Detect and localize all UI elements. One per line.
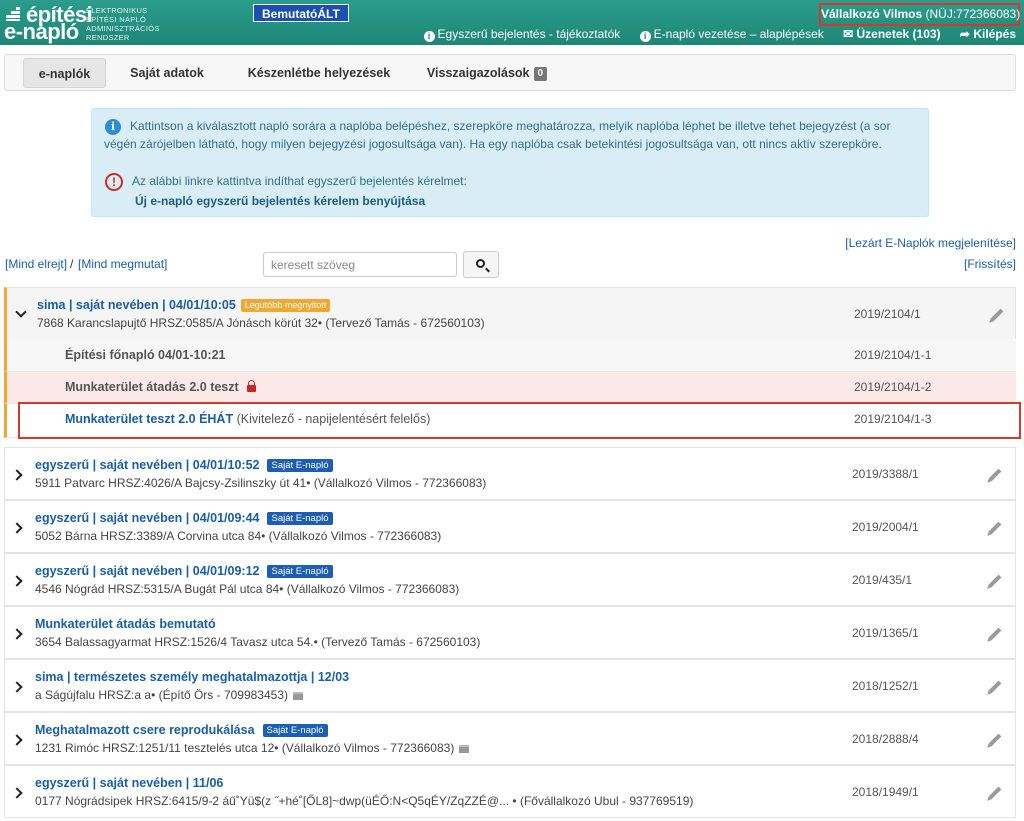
own-log-badge: Saját E-napló xyxy=(262,724,328,737)
chevron-down-icon[interactable] xyxy=(15,306,27,318)
log-title: egyszerű | saját nevében | 04/01/09:44 xyxy=(35,511,260,525)
chevron-right-icon[interactable] xyxy=(11,469,23,481)
chevron-right-icon[interactable] xyxy=(11,681,23,693)
log-number: 2019/435/1 xyxy=(852,573,913,587)
log-number: 2019/2004/1 xyxy=(852,520,919,534)
refresh-link[interactable]: [Frissítés] xyxy=(964,257,1016,271)
edit-pencil-icon[interactable] xyxy=(988,468,1002,482)
messages-link[interactable]: ✉ Üzenetek (103) xyxy=(843,27,940,41)
log-number: 2019/2104/1 xyxy=(854,307,921,321)
own-log-badge: Saját E-napló xyxy=(267,565,333,578)
own-log-badge: Saját E-napló xyxy=(267,512,333,525)
log-address: 4546 Nógrád HRSZ:5315/A Bugát Pál utca 8… xyxy=(35,582,460,596)
log-number: 2018/1949/1 xyxy=(852,785,919,799)
log-address: 5052 Bárna HRSZ:3389/A Corvina utca 84• … xyxy=(35,529,442,543)
tab-visszaigazolasok-label: Visszaigazolások xyxy=(426,66,530,80)
log-address: 5911 Patvarc HRSZ:4026/A Bajcsy-Zsilinsz… xyxy=(35,476,487,490)
log-title: Meghatalmazott csere reprodukálása xyxy=(35,723,255,737)
edit-pencil-icon[interactable] xyxy=(990,308,1004,322)
chevron-right-icon[interactable] xyxy=(11,628,23,640)
log-row[interactable]: Munkaterület átadás bemutató 3654 Balass… xyxy=(4,606,1016,659)
logout-link[interactable]: ➦ Kilépés xyxy=(960,27,1016,41)
log-address: 0177 Nógrádsipek HRSZ:6415/9-2 áű˚Yü$(z … xyxy=(35,794,694,808)
count-badge: 0 xyxy=(533,67,548,81)
edit-pencil-icon[interactable] xyxy=(988,521,1002,535)
info-circle-icon: i xyxy=(423,31,435,42)
tab-e-naplok[interactable]: e-naplók xyxy=(23,58,106,88)
log-number: 2019/3388/1 xyxy=(852,467,919,481)
log-row[interactable]: egyszerű | saját nevében | 04/01/09:12 Sa… xyxy=(4,553,1016,606)
log-row[interactable]: egyszerű | saját nevében | 04/01/10:52 Sa… xyxy=(4,447,1016,500)
search-button[interactable] xyxy=(463,251,499,278)
log-title: egyszerű | saját nevében | 11/06 xyxy=(35,776,224,790)
search-icon xyxy=(476,259,485,268)
lock-icon xyxy=(246,380,256,392)
chevron-right-icon[interactable] xyxy=(11,522,23,534)
log-title: egyszerű | saját nevében | 04/01/09:12 xyxy=(35,564,260,578)
selection-highlight xyxy=(18,402,1021,439)
log-address: a Ságújfalu HRSZ:a a• (Építő Örs - 70998… xyxy=(35,688,289,702)
log-title: sima | saját nevében | 04/01/10:05 xyxy=(37,298,236,312)
log-title: Munkaterület átadás bemutató xyxy=(35,617,216,631)
new-simple-report-link[interactable]: Új e-napló egyszerű bejelentés kérelem b… xyxy=(135,192,425,210)
edit-pencil-icon[interactable] xyxy=(988,680,1002,694)
log-number: 2018/2888/4 xyxy=(852,732,919,746)
search-input[interactable] xyxy=(263,252,457,277)
log-title: egyszerű | saját nevében | 04/01/10:52 xyxy=(35,458,260,472)
chevron-right-icon[interactable] xyxy=(11,734,23,746)
chevron-right-icon[interactable] xyxy=(11,787,23,799)
logo-line2: e-napló xyxy=(4,19,79,44)
log-address: 3654 Balassagyarmat HRSZ:1526/4 Tavasz u… xyxy=(35,635,481,649)
warning-icon: ! xyxy=(105,173,123,191)
edit-pencil-icon[interactable] xyxy=(988,786,1002,800)
separator: / xyxy=(70,257,74,271)
own-log-badge: Saját E-napló xyxy=(267,459,333,472)
briefcase-icon xyxy=(293,692,304,700)
log-row[interactable]: egyszerű | saját nevében | 04/01/09:44 Sa… xyxy=(4,500,1016,553)
basics-link[interactable]: i E-napló vezetése – alaplépések xyxy=(639,27,824,42)
sublog-row-locked[interactable]: Munkaterület átadás 2.0 teszt 2019/2104/… xyxy=(4,372,1016,404)
logout-arrow-icon: ➦ xyxy=(959,27,970,41)
briefcase-icon xyxy=(459,745,470,753)
edit-pencil-icon[interactable] xyxy=(988,574,1002,588)
simple-report-info-link[interactable]: i Egyszerű bejelentés - tájékoztatók xyxy=(423,27,620,42)
log-address: 1231 Rimóc HRSZ:1251/11 tesztelés utca 1… xyxy=(35,741,455,755)
log-row[interactable]: Meghatalmazott csere reprodukálása Saját … xyxy=(4,712,1016,765)
show-all-link[interactable]: [Mind megmutat] xyxy=(78,257,167,271)
info-alert: i Kattintson a kiválasztott napló sorára… xyxy=(91,108,929,217)
log-row[interactable]: sima | természetes személy meghatalmazot… xyxy=(4,659,1016,712)
chevron-right-icon[interactable] xyxy=(11,575,23,587)
log-address: 7868 Karancslapujtő HRSZ:0585/A Jónásch … xyxy=(37,316,485,330)
log-number: 2019/1365/1 xyxy=(852,626,919,640)
app-logo[interactable]: építési e-napló ELEKTRONIKUS ÉPÍTÉSI NAP… xyxy=(4,2,174,44)
user-info[interactable]: Vállalkozó Vilmos (NÜJ:772366083) xyxy=(819,3,1020,26)
info-circle-icon: i xyxy=(639,31,651,42)
user-name: Vállalkozó Vilmos xyxy=(821,7,923,21)
log-row[interactable]: egyszerű | saját nevében | 11/06 0177 Nó… xyxy=(4,765,1016,818)
info-text: Kattintson a kiválasztott napló sorára a… xyxy=(104,119,891,151)
sublog-row[interactable]: Építési főnapló 04/01-10:21 2019/2104/1-… xyxy=(4,339,1016,372)
edit-pencil-icon[interactable] xyxy=(988,733,1002,747)
envelope-icon: ✉ xyxy=(843,27,854,41)
sublog-title: Munkaterület átadás 2.0 teszt xyxy=(65,380,239,394)
warning-text: Az alábbi linkre kattintva indíthat egys… xyxy=(132,174,467,188)
log-number: 2018/1252/1 xyxy=(852,679,919,693)
tab-sajat-adatok[interactable]: Saját adatok xyxy=(115,58,219,88)
closed-logs-link[interactable]: [Lezárt E-Naplók megjelenítése] xyxy=(845,236,1016,250)
main-tabs: e-naplók Saját adatok Készenlétbe helyez… xyxy=(4,54,1016,91)
header-links: i Egyszerű bejelentés - tájékoztatók i E-n… xyxy=(408,27,1016,43)
last-opened-badge: Legutóbb megnyitott xyxy=(240,299,331,312)
edit-pencil-icon[interactable] xyxy=(988,627,1002,641)
sublog-number: 2019/2104/1-1 xyxy=(854,348,932,362)
app-header: építési e-napló ELEKTRONIKUS ÉPÍTÉSI NAP… xyxy=(0,0,1024,45)
hide-all-link[interactable]: [Mind elrejt] xyxy=(5,257,67,271)
user-id: (NÜJ:772366083) xyxy=(925,7,1021,21)
tab-keszenlet[interactable]: Készenlétbe helyezések xyxy=(231,58,407,88)
log-title: sima | természetes személy meghatalmazot… xyxy=(35,670,350,684)
sublog-title: Építési főnapló 04/01-10:21 xyxy=(65,348,226,362)
tab-visszaigazolasok[interactable]: Visszaigazolások 0 xyxy=(417,58,557,88)
logo-subtitle: ELEKTRONIKUS ÉPÍTÉSI NAPLÓ ADMINISZTRÁCI… xyxy=(86,6,160,42)
demo-badge: BemutatóÁLT xyxy=(253,4,349,22)
sublog-number: 2019/2104/1-2 xyxy=(854,380,932,394)
